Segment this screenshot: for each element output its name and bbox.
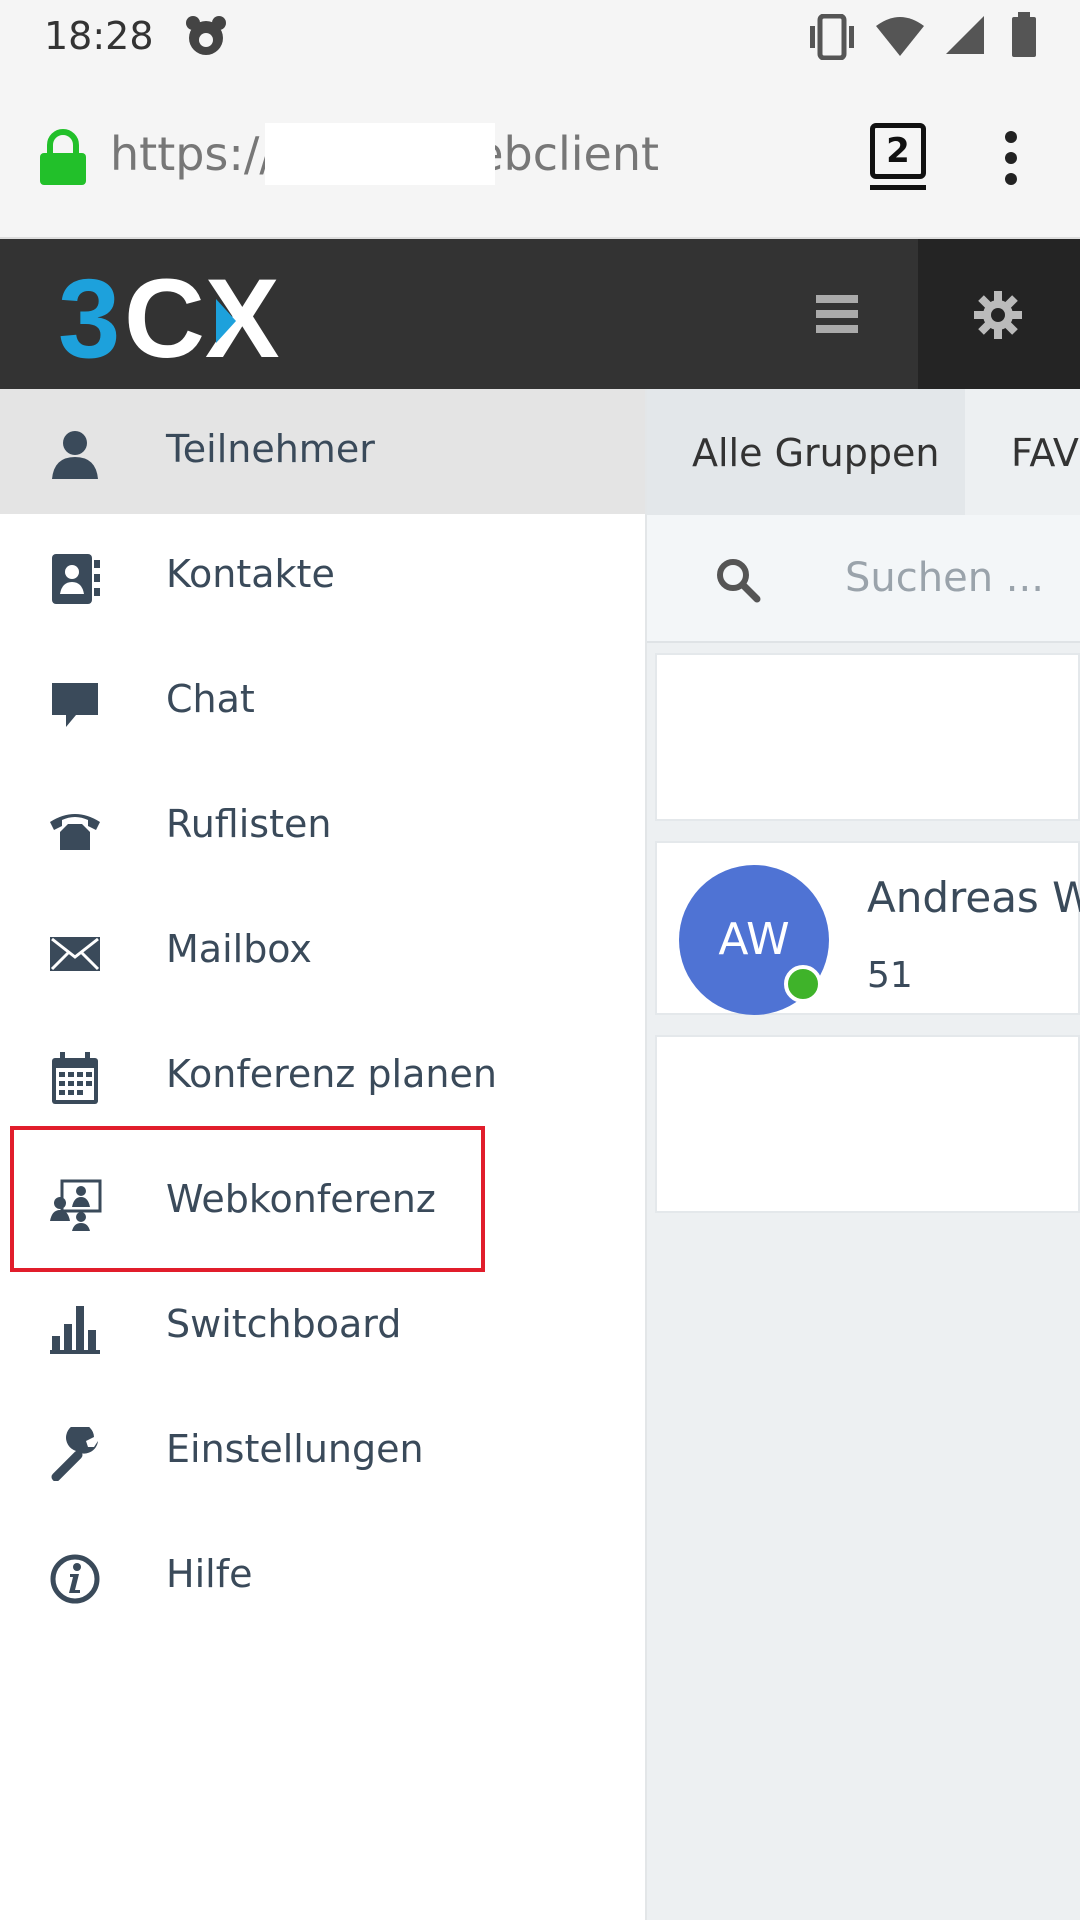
- sidebar-item-label: Einstellungen: [166, 1427, 424, 1471]
- search-input[interactable]: Suchen ...: [845, 555, 1044, 601]
- vibrate-icon: [810, 14, 854, 60]
- tab-switcher-button[interactable]: 2: [870, 123, 926, 179]
- logo-3cx: 3 CX: [58, 263, 280, 369]
- gear-icon: [974, 291, 1022, 339]
- empty-card: [655, 1035, 1080, 1213]
- sidebar-item-label: Mailbox: [166, 927, 312, 971]
- sidebar-item-konferenz-planen[interactable]: Konferenz planen: [0, 1014, 645, 1139]
- tab-switcher-underline: [870, 185, 926, 190]
- sidebar-item-mailbox[interactable]: Mailbox: [0, 889, 645, 1014]
- browser-menu-icon[interactable]: [1005, 131, 1019, 194]
- sidebar-item-label: Ruflisten: [166, 802, 332, 846]
- status-time: 18:28: [44, 14, 154, 58]
- main-panel: Alle Gruppen FAVORITEN Suchen ... AW And…: [647, 389, 1080, 1920]
- contact-card[interactable]: AW Andreas We 51: [655, 841, 1080, 1015]
- highlight-box: [10, 1126, 485, 1272]
- tab-label: Alle Gruppen: [692, 431, 940, 475]
- signal-icon: [946, 16, 984, 54]
- sidebar-item-teilnehmer[interactable]: Teilnehmer: [0, 389, 645, 514]
- sidebar-item-kontakte[interactable]: Kontakte: [0, 514, 645, 639]
- status-bar: 18:28: [0, 0, 1080, 75]
- wrench-icon: [51, 1427, 98, 1481]
- battery-icon: [1012, 12, 1036, 57]
- sidebar-item-label: Chat: [166, 677, 255, 721]
- app-header: 3 CX: [0, 239, 1080, 389]
- sidebar-item-label: Kontakte: [166, 552, 335, 596]
- tab-favoriten[interactable]: FAVORITEN: [965, 389, 1080, 515]
- mail-icon: [50, 937, 100, 971]
- sidebar-item-label: Teilnehmer: [166, 427, 375, 471]
- lock-icon: [40, 129, 86, 185]
- contact-name: Andreas We: [867, 873, 1080, 922]
- presence-dot: [784, 965, 822, 1003]
- browser-url-bar[interactable]: https:// :5001/webclient 2: [0, 75, 1080, 239]
- sidebar-item-label: Switchboard: [166, 1302, 402, 1346]
- bar-chart-icon: [50, 1306, 100, 1354]
- contacts-icon: [52, 554, 100, 604]
- wifi-icon: [876, 17, 924, 56]
- phone-icon: [50, 814, 100, 850]
- sidebar-item-switchboard[interactable]: Switchboard: [0, 1264, 645, 1389]
- info-icon: [50, 1554, 100, 1604]
- search-icon[interactable]: [715, 557, 761, 603]
- sidebar-item-ruflisten[interactable]: Ruflisten: [0, 764, 645, 889]
- user-icon: [52, 431, 98, 479]
- sidebar-item-label: Konferenz planen: [166, 1052, 497, 1096]
- search-row: Suchen ...: [647, 515, 1080, 643]
- chat-icon: [52, 683, 98, 727]
- svg-text:CX: CX: [124, 263, 280, 369]
- sidebar-item-label: Hilfe: [166, 1552, 253, 1596]
- sidebar-item-chat[interactable]: Chat: [0, 639, 645, 764]
- calendar-icon: [52, 1052, 98, 1104]
- svg-text:3: 3: [58, 263, 120, 369]
- redacted-host: [265, 123, 495, 185]
- settings-button[interactable]: [918, 239, 1080, 389]
- sidebar-item-hilfe[interactable]: Hilfe: [0, 1514, 645, 1639]
- sidebar-item-einstellungen[interactable]: Einstellungen: [0, 1389, 645, 1514]
- contact-extension: 51: [867, 955, 913, 996]
- tab-alle-gruppen[interactable]: Alle Gruppen: [647, 389, 965, 515]
- hamburger-menu-icon[interactable]: [816, 295, 858, 333]
- tab-label: FAVORITEN: [1011, 431, 1080, 475]
- notification-bear-icon: [186, 16, 226, 55]
- empty-card: [655, 653, 1080, 821]
